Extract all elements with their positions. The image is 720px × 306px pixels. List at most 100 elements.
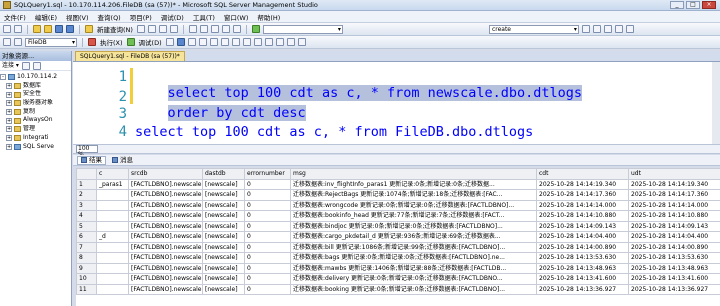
parse-icon[interactable] xyxy=(176,38,185,46)
table-row[interactable]: 2 [FACTLDBNO].newscale [newscale] 0 迁移数据表:Re… xyxy=(76,189,720,201)
table-cell[interactable]: 迁移数据表:booking 更新记录:0条;新增记录:0条;迁移数据表:[FAC… xyxy=(290,283,537,295)
menu-debug[interactable]: 调试(D) xyxy=(161,12,184,22)
table-cell[interactable]: 2025-10-28 14:14:04.400 xyxy=(536,231,629,243)
table-cell[interactable]: [newscale] xyxy=(202,199,245,211)
tab-results[interactable]: 结果 xyxy=(77,155,106,165)
execute-icon[interactable] xyxy=(88,38,96,46)
table-cell[interactable]: [FACTLDBNO].newscale xyxy=(128,231,203,243)
table-cell[interactable]: 0 xyxy=(244,210,291,222)
tab-sqlquery1[interactable]: SQLQuery1.sql - FileDB (sa (57))* xyxy=(75,51,185,61)
table-cell[interactable]: 2025-10-28 14:14:09.143 xyxy=(628,220,720,232)
table-row[interactable]: 6 _d [FACTLDBNO].newscale [newscale] 0 迁移数据表:… xyxy=(76,231,720,243)
sql-editor[interactable]: 1 2 3 4 select top 100 cdt as c, * from … xyxy=(73,62,720,144)
table-cell[interactable]: [FACTLDBNO].newscale xyxy=(128,283,203,295)
maximize-button[interactable]: □ xyxy=(686,1,700,9)
table-cell[interactable]: [newscale] xyxy=(202,262,245,274)
table-cell[interactable]: 迁移数据表:bill 更新记录:1086条;新增记录:99条;迁移数据表:[FA… xyxy=(290,241,537,253)
specify-values-icon[interactable] xyxy=(297,38,306,46)
expand-icon[interactable]: + xyxy=(6,83,12,90)
table-cell[interactable]: 2025-10-28 14:14:14.000 xyxy=(536,199,629,211)
connect-icon[interactable] xyxy=(3,38,11,46)
table-cell[interactable]: [FACTLDBNO].newscale xyxy=(128,210,203,222)
table-cell[interactable]: 2025-10-28 14:13:41.600 xyxy=(536,273,629,285)
table-row[interactable]: 10 [FACTLDBNO].newscale [newscale] 0 迁移数据表:d… xyxy=(76,273,720,285)
table-cell[interactable]: 2025-10-28 14:14:10.880 xyxy=(536,210,629,222)
table-cell[interactable]: 2025-10-28 14:14:19.340 xyxy=(628,178,720,190)
table-cell[interactable] xyxy=(96,283,129,295)
table-row[interactable]: 5 [FACTLDBNO].newscale [newscale] 0 迁移数据表:bi… xyxy=(76,220,720,232)
tab-messages[interactable]: 消息 xyxy=(108,156,137,165)
open-folder-icon[interactable] xyxy=(44,25,52,33)
row-number[interactable]: 8 xyxy=(76,252,97,264)
column-header[interactable]: udt xyxy=(628,168,720,180)
comment-icon[interactable] xyxy=(253,38,262,46)
column-header[interactable]: dastdb xyxy=(202,168,245,180)
table-cell[interactable]: 迁移数据表:bindjoc 更新记录:0条;新增记录:0条;迁移数据表:[FAC… xyxy=(290,220,537,232)
table-row[interactable]: 3 [FACTLDBNO].newscale [newscale] 0 迁移数据表:wr… xyxy=(76,199,720,211)
table-cell[interactable] xyxy=(96,273,129,285)
table-cell[interactable]: 迁移数据表:bookinfo_head 更新记录:77条;新增记录:7条;迁移数… xyxy=(290,210,537,222)
table-cell[interactable]: 2025-10-28 14:14:14.000 xyxy=(628,199,720,211)
copy-icon[interactable] xyxy=(199,25,208,33)
table-cell[interactable]: 迁移数据表:inv_flightInfo_paras1 更新记录:0条;新增记录… xyxy=(290,178,537,190)
row-number[interactable]: 5 xyxy=(76,220,97,232)
column-header[interactable]: msg xyxy=(290,168,537,180)
save-all-icon[interactable] xyxy=(66,25,74,33)
menu-file[interactable]: 文件(F) xyxy=(4,12,26,22)
table-cell[interactable]: [FACTLDBNO].newscale xyxy=(128,273,203,285)
table-cell[interactable] xyxy=(96,252,129,264)
mdx-icon[interactable] xyxy=(147,25,156,33)
cut-icon[interactable] xyxy=(188,25,197,33)
table-cell[interactable]: [FACTLDBNO].newscale xyxy=(128,178,203,190)
table-cell[interactable]: 0 xyxy=(244,231,291,243)
table-cell[interactable] xyxy=(96,199,129,211)
menu-query[interactable]: 查询(Q) xyxy=(98,12,121,22)
table-cell[interactable]: 迁移数据表:delivery 更新记录:0条;新增记录:0条;迁移数据表:[FA… xyxy=(290,273,537,285)
column-header[interactable]: cdt xyxy=(536,168,629,180)
undo-icon[interactable] xyxy=(221,25,230,33)
table-cell[interactable]: 2025-10-28 14:14:17.360 xyxy=(628,189,720,201)
results-grid-icon[interactable] xyxy=(231,38,240,46)
table-cell[interactable]: [newscale] xyxy=(202,210,245,222)
row-number[interactable]: 7 xyxy=(76,241,97,253)
database-select[interactable]: FileDB xyxy=(25,37,77,47)
expand-icon[interactable]: + xyxy=(6,91,12,98)
expand-icon[interactable]: + xyxy=(6,126,12,133)
table-cell[interactable] xyxy=(96,210,129,222)
tree-node-server[interactable]: - 10.170.114.2 xyxy=(0,73,71,82)
row-number[interactable]: 3 xyxy=(76,199,97,211)
query-designer-icon[interactable] xyxy=(198,38,207,46)
expand-icon[interactable]: + xyxy=(6,109,12,116)
find-icon[interactable] xyxy=(581,25,590,33)
table-cell[interactable]: 迁移数据表:cargo_pkdetail_d 更新记录:936条;新增记录:69… xyxy=(290,231,537,243)
new-query-button[interactable]: 新建查询(N) xyxy=(96,24,134,34)
column-header[interactable]: c xyxy=(96,168,129,180)
start-icon[interactable] xyxy=(251,25,260,33)
table-cell[interactable]: 2025-10-28 14:13:53.630 xyxy=(536,252,629,264)
table-cell[interactable]: [FACTLDBNO].newscale xyxy=(128,241,203,253)
tree-node-replication[interactable]: + 复制 xyxy=(0,108,71,117)
table-cell[interactable]: [newscale] xyxy=(202,283,245,295)
back-icon[interactable] xyxy=(3,25,11,33)
redo-icon[interactable] xyxy=(232,25,241,33)
table-cell[interactable] xyxy=(96,262,129,274)
table-cell[interactable]: [newscale] xyxy=(202,220,245,232)
column-header[interactable] xyxy=(76,168,97,180)
tree-node-security[interactable]: + 安全性 xyxy=(0,90,71,99)
debug-icon[interactable] xyxy=(126,38,135,46)
table-cell[interactable]: [FACTLDBNO].newscale xyxy=(128,199,203,211)
tree-node-sql-agent[interactable]: + SQL Serve xyxy=(0,143,71,152)
table-cell[interactable]: [newscale] xyxy=(202,252,245,264)
new-query-icon[interactable] xyxy=(85,25,93,33)
table-cell[interactable]: 0 xyxy=(244,283,291,295)
menu-project[interactable]: 项目(P) xyxy=(130,12,152,22)
results-text-icon[interactable] xyxy=(220,38,229,46)
filter-icon[interactable] xyxy=(32,61,41,70)
outdent-icon[interactable] xyxy=(275,38,284,46)
save-icon[interactable] xyxy=(55,25,63,33)
table-cell[interactable]: 2025-10-28 14:14:00.890 xyxy=(628,241,720,253)
connect-dropdown[interactable]: 连接 ▾ xyxy=(2,61,19,71)
table-cell[interactable]: [FACTLDBNO].newscale xyxy=(128,220,203,232)
table-cell[interactable]: 迁移数据表:wrongcode 更新记录:0条;新增记录:0条;迁移数据表:[F… xyxy=(290,199,537,211)
table-cell[interactable]: 2025-10-28 14:13:53.630 xyxy=(628,252,720,264)
